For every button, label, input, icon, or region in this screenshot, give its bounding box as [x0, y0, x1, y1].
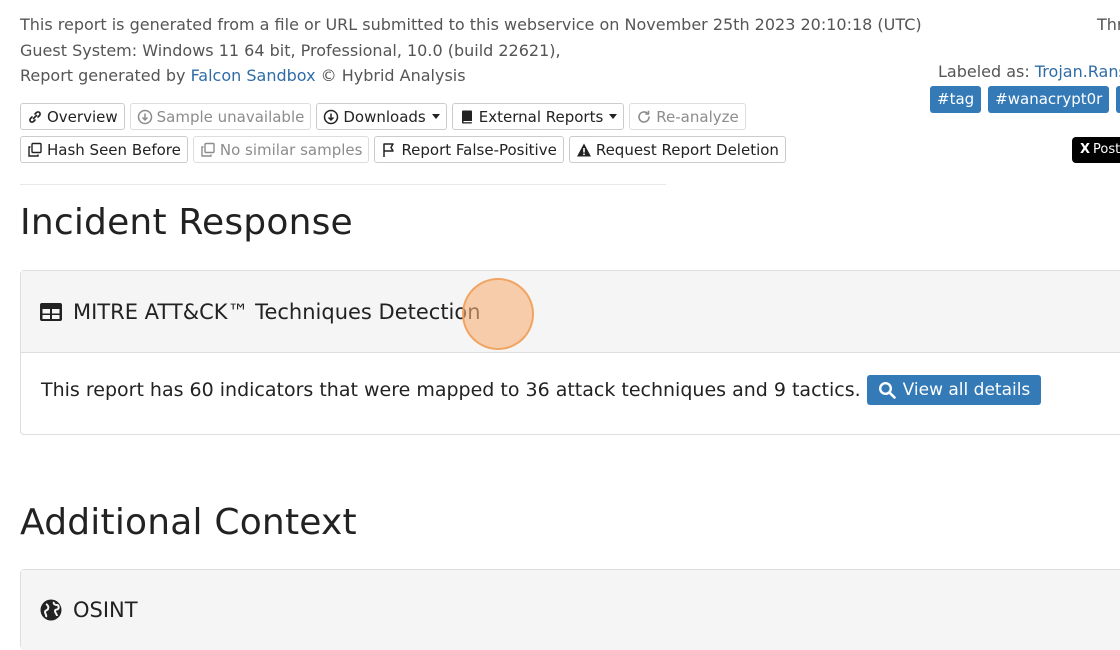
view-all-details-label: View all details: [902, 380, 1031, 400]
report-generator-info: Report generated by Falcon Sandbox © Hyb…: [20, 63, 922, 89]
caret-down-icon: [609, 114, 618, 119]
tag-badge[interactable]: #: [1116, 86, 1120, 113]
copy-icon: [201, 142, 215, 157]
table-icon: [40, 302, 62, 321]
tag-badge[interactable]: #wanacrypt0r: [988, 86, 1110, 113]
no-similar-samples-label: No similar samples: [219, 140, 363, 159]
threat-level-label-cut: Thr: [1097, 15, 1120, 34]
section-heading-incident-response: Incident Response: [20, 202, 353, 243]
warning-icon: [576, 143, 591, 156]
mitre-panel-title: MITRE ATT&CK™ Techniques Detection: [73, 299, 481, 324]
osint-panel-header[interactable]: OSINT: [21, 570, 1120, 650]
downloads-label: Downloads: [343, 107, 426, 126]
search-icon: [878, 381, 896, 399]
flag-icon: [383, 142, 395, 157]
copy-icon: [28, 142, 42, 157]
mitre-panel: MITRE ATT&CK™ Techniques Detection This …: [20, 270, 1120, 435]
no-similar-samples-button[interactable]: No similar samples: [192, 136, 370, 163]
view-all-details-button[interactable]: View all details: [866, 375, 1042, 405]
generator-prefix: Report generated by: [20, 66, 191, 85]
link-icon: [29, 110, 41, 123]
mitre-panel-header[interactable]: MITRE ATT&CK™ Techniques Detection: [21, 271, 1120, 353]
book-icon: [461, 110, 472, 123]
download-circle-icon: [324, 109, 339, 124]
globe-icon: [40, 599, 62, 621]
tag-list: #tag #wanacrypt0r #: [930, 86, 1120, 113]
sample-unavailable-label: Sample unavailable: [156, 107, 305, 126]
labeled-as: Labeled as: Trojan.Rans: [938, 62, 1120, 81]
downloads-dropdown[interactable]: Downloads: [316, 103, 447, 130]
toolbar-row-1: Overview Sample unavailable Downloads Ex…: [20, 103, 746, 130]
overview-button[interactable]: Overview: [20, 103, 125, 130]
x-post-button[interactable]: X Post: [1072, 137, 1120, 163]
overview-label: Overview: [47, 107, 118, 126]
report-meta: This report is generated from a file or …: [20, 12, 922, 89]
labeled-as-prefix: Labeled as:: [938, 62, 1035, 81]
x-post-label: Post: [1093, 142, 1120, 157]
falcon-sandbox-link[interactable]: Falcon Sandbox: [191, 66, 316, 85]
toolbar-row-2: Hash Seen Before No similar samples Repo…: [20, 136, 786, 163]
mitre-summary-text: This report has 60 indicators that were …: [41, 379, 861, 401]
request-report-deletion-label: Request Report Deletion: [595, 140, 779, 159]
reanalyze-button[interactable]: Re-analyze: [629, 103, 746, 130]
reanalyze-label: Re-analyze: [656, 107, 739, 126]
guest-system-info: Guest System: Windows 11 64 bit, Profess…: [20, 40, 561, 60]
osint-panel: OSINT: [20, 569, 1120, 650]
section-heading-additional-context: Additional Context: [20, 502, 357, 543]
external-reports-label: External Reports: [478, 107, 604, 126]
external-reports-dropdown[interactable]: External Reports: [451, 103, 625, 130]
request-report-deletion-button[interactable]: Request Report Deletion: [568, 136, 786, 163]
tag-badge[interactable]: #tag: [930, 86, 982, 113]
labeled-as-link[interactable]: Trojan.Rans: [1035, 62, 1120, 81]
mitre-panel-body: This report has 60 indicators that were …: [21, 353, 1120, 427]
x-logo-icon: X: [1080, 142, 1091, 157]
report-false-positive-button[interactable]: Report False-Positive: [374, 136, 564, 163]
refresh-icon: [638, 110, 651, 123]
generator-suffix: © Hybrid Analysis: [315, 66, 466, 85]
sample-unavailable-button[interactable]: Sample unavailable: [129, 103, 312, 130]
download-circle-icon: [137, 109, 152, 124]
hash-seen-before-label: Hash Seen Before: [47, 140, 181, 159]
report-false-positive-label: Report False-Positive: [401, 140, 557, 159]
divider: [20, 184, 666, 185]
hash-seen-before-button[interactable]: Hash Seen Before: [20, 136, 188, 163]
caret-down-icon: [431, 114, 440, 119]
osint-panel-title: OSINT: [73, 598, 138, 622]
report-submission-info: This report is generated from a file or …: [20, 15, 922, 34]
